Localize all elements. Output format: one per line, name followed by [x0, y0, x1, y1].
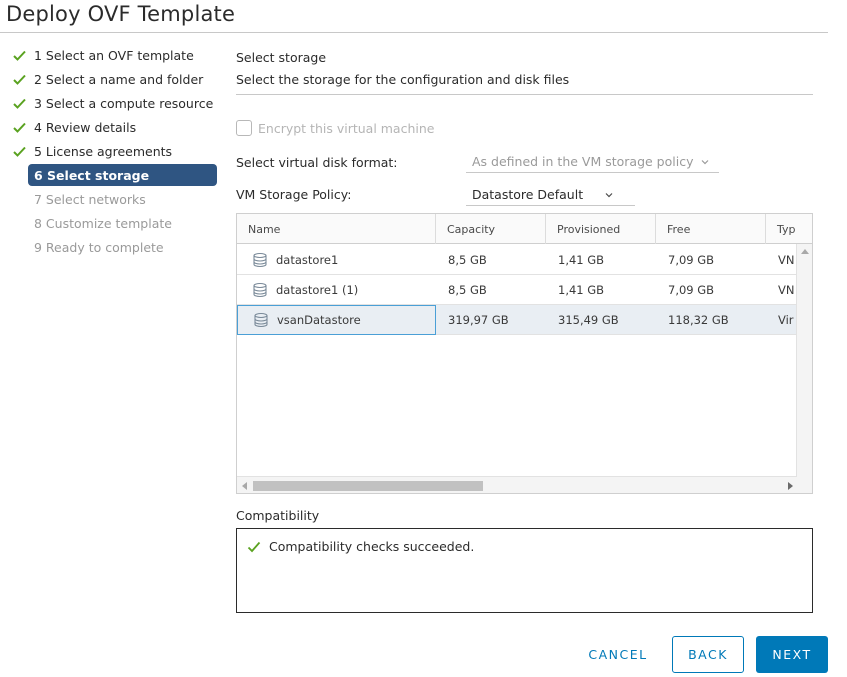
scroll-up-arrow-icon[interactable]	[801, 249, 809, 254]
step-label: 6 Select storage	[34, 167, 150, 183]
section-title: Select storage	[236, 50, 327, 65]
step-select-storage[interactable]: 6 Select storage	[28, 164, 217, 186]
storage-policy-label: VM Storage Policy:	[236, 187, 352, 202]
step-label: 4 Review details	[34, 119, 137, 135]
scroll-left-arrow-icon[interactable]	[242, 482, 247, 490]
step-ready-to-complete: 9 Ready to complete	[10, 236, 218, 258]
storage-policy-value: Datastore Default	[472, 187, 584, 202]
vertical-scrollbar[interactable]	[796, 244, 812, 493]
datastore-name-cell: datastore1	[237, 245, 436, 275]
horizontal-scroll-thumb[interactable]	[253, 481, 483, 491]
next-button[interactable]: NEXT	[756, 636, 828, 673]
check-icon	[10, 71, 28, 87]
datastore-grid[interactable]: Name Capacity Provisioned Free Typ datas…	[236, 213, 813, 494]
compatibility-panel: Compatibility checks succeeded.	[236, 528, 813, 613]
check-icon	[10, 143, 28, 159]
datastore-name: datastore1 (1)	[276, 283, 359, 297]
step-select-ovf-template[interactable]: 1 Select an OVF template	[10, 44, 218, 66]
compatibility-message: Compatibility checks succeeded.	[247, 539, 474, 554]
free-cell: 118,32 GB	[668, 313, 729, 327]
column-header-name[interactable]: Name	[237, 214, 436, 244]
datastore-icon	[254, 312, 268, 328]
grid-header: Name Capacity Provisioned Free Typ	[237, 214, 812, 244]
horizontal-scrollbar[interactable]	[237, 476, 797, 493]
type-cell: Vir	[778, 313, 794, 327]
title-divider	[0, 32, 828, 33]
step-select-networks: 7 Select networks	[10, 188, 218, 210]
capacity-cell: 8,5 GB	[448, 253, 487, 267]
table-row[interactable]: datastore1 (1) 8,5 GB 1,41 GB 7,09 GB VN	[237, 275, 797, 305]
step-select-compute-resource[interactable]: 3 Select a compute resource	[10, 92, 218, 114]
compatibility-title: Compatibility	[236, 508, 320, 523]
datastore-name-cell: vsanDatastore	[237, 305, 436, 335]
capacity-cell: 319,97 GB	[448, 313, 509, 327]
column-header-capacity[interactable]: Capacity	[436, 214, 546, 244]
disk-format-value: As defined in the VM storage policy	[472, 154, 694, 169]
step-review-details[interactable]: 4 Review details	[10, 116, 218, 138]
datastore-icon	[253, 282, 267, 298]
type-cell: VN	[778, 253, 795, 267]
scroll-right-arrow-icon[interactable]	[788, 482, 793, 490]
check-icon	[10, 47, 28, 63]
datastore-icon	[253, 252, 267, 268]
free-cell: 7,09 GB	[668, 253, 715, 267]
step-label: 2 Select a name and folder	[34, 71, 204, 87]
back-button[interactable]: BACK	[672, 636, 744, 673]
section-divider	[236, 94, 813, 95]
cancel-button[interactable]: CANCEL	[578, 636, 658, 673]
encrypt-label: Encrypt this virtual machine	[258, 120, 435, 136]
dialog-title: Deploy OVF Template	[6, 2, 236, 26]
chevron-down-icon	[605, 191, 613, 199]
check-icon	[247, 541, 261, 552]
column-header-free[interactable]: Free	[656, 214, 766, 244]
step-label: 7 Select networks	[34, 191, 146, 207]
check-icon	[10, 119, 28, 135]
encrypt-vm-option[interactable]: Encrypt this virtual machine	[236, 120, 434, 136]
table-row[interactable]: datastore1 8,5 GB 1,41 GB 7,09 GB VN	[237, 245, 797, 275]
compatibility-message-text: Compatibility checks succeeded.	[269, 539, 475, 554]
datastore-name-cell: datastore1 (1)	[237, 275, 436, 305]
step-label: 3 Select a compute resource	[34, 95, 214, 111]
provisioned-cell: 1,41 GB	[558, 283, 605, 297]
step-label: 9 Ready to complete	[34, 239, 164, 255]
free-cell: 7,09 GB	[668, 283, 715, 297]
step-label: 8 Customize template	[34, 215, 172, 231]
column-header-type[interactable]: Typ	[766, 214, 812, 244]
provisioned-cell: 1,41 GB	[558, 253, 605, 267]
encrypt-checkbox[interactable]	[236, 120, 252, 136]
disk-format-label: Select virtual disk format:	[236, 155, 398, 170]
step-label: 5 License agreements	[34, 143, 173, 159]
table-row-selected[interactable]: vsanDatastore 319,97 GB 315,49 GB 118,32…	[237, 305, 797, 335]
capacity-cell: 8,5 GB	[448, 283, 487, 297]
step-customize-template: 8 Customize template	[10, 212, 218, 234]
provisioned-cell: 315,49 GB	[558, 313, 619, 327]
datastore-name: vsanDatastore	[277, 313, 361, 327]
step-license-agreements[interactable]: 5 License agreements	[10, 140, 218, 162]
column-header-provisioned[interactable]: Provisioned	[546, 214, 656, 244]
type-cell: VN	[778, 283, 795, 297]
step-select-name-folder[interactable]: 2 Select a name and folder	[10, 68, 218, 90]
step-label: 1 Select an OVF template	[34, 47, 194, 63]
section-description: Select the storage for the configuration…	[236, 72, 570, 87]
chevron-down-icon	[701, 158, 709, 166]
storage-policy-select[interactable]: Datastore Default	[466, 184, 635, 206]
datastore-name: datastore1	[276, 253, 339, 267]
disk-format-select[interactable]: As defined in the VM storage policy	[466, 151, 719, 173]
check-icon	[10, 95, 28, 111]
